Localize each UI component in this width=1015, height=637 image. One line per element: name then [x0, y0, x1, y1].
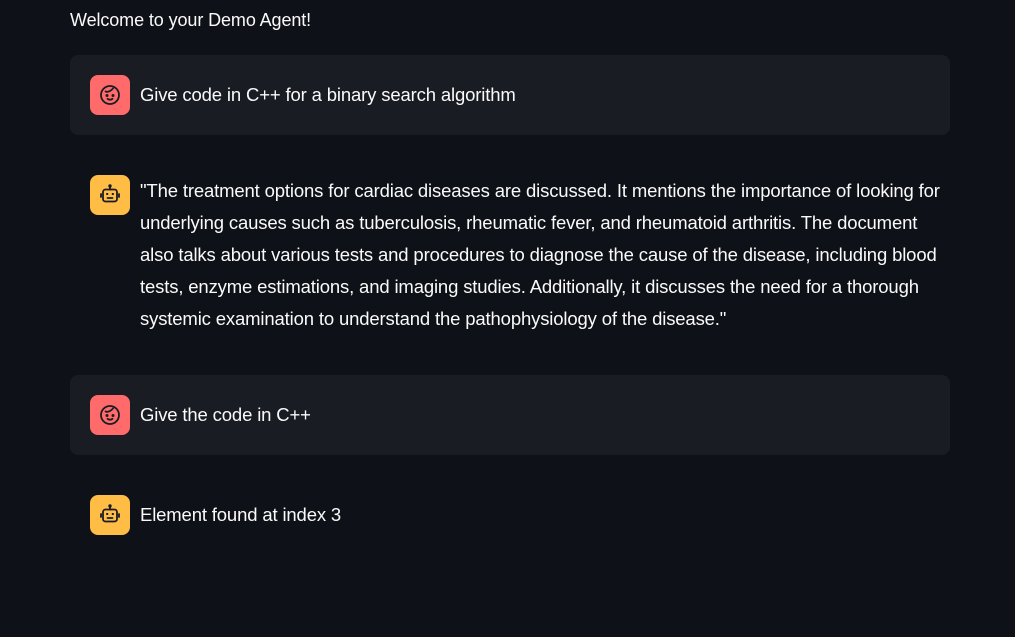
- chat-page: Welcome to your Demo Agent! Give code in…: [0, 0, 1015, 637]
- user-avatar: [90, 75, 130, 115]
- robot-icon: [100, 184, 120, 203]
- message-text: Give the code in C++: [140, 404, 311, 425]
- message-text: "The treatment options for cardiac disea…: [140, 180, 940, 329]
- message-text: Give code in C++ for a binary search alg…: [140, 84, 516, 105]
- user-message: Give the code in C++: [70, 375, 950, 455]
- smiley-face-icon: [100, 405, 120, 425]
- user-avatar: [90, 395, 130, 435]
- user-message: Give code in C++ for a binary search alg…: [70, 55, 950, 135]
- welcome-message: Welcome to your Demo Agent!: [70, 10, 312, 30]
- robot-icon: [100, 504, 120, 523]
- assistant-message: Element found at index 3: [70, 475, 950, 555]
- assistant-avatar: [90, 175, 130, 215]
- message-text: Element found at index 3: [140, 504, 342, 525]
- assistant-message: "The treatment options for cardiac disea…: [70, 155, 950, 355]
- assistant-avatar: [90, 495, 130, 535]
- smiley-face-icon: [100, 85, 120, 105]
